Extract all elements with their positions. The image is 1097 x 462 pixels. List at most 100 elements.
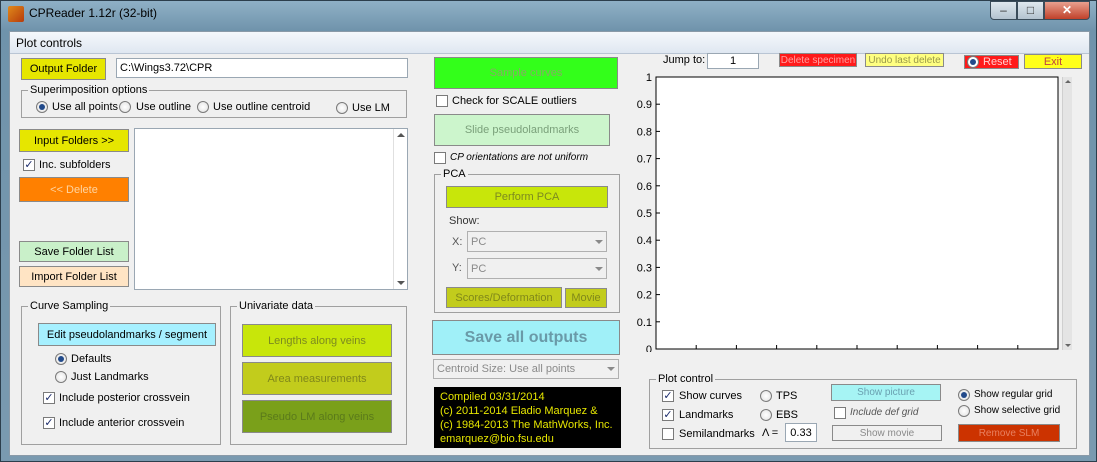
pseudo-lm-button[interactable]: Pseudo LM along veins — [242, 400, 392, 433]
import-folder-list-button[interactable]: Import Folder List — [19, 266, 129, 287]
area-measurements-button[interactable]: Area measurements — [242, 362, 392, 395]
posterior-crossvein-label: Include posterior crossvein — [59, 392, 190, 404]
folder-list-scrollbar[interactable] — [393, 129, 407, 289]
scores-deformation-button[interactable]: Scores/Deformation — [446, 287, 562, 308]
minimize-button[interactable]: – — [990, 1, 1017, 20]
radio-defaults[interactable] — [55, 353, 67, 365]
pca-x-value: PC — [471, 235, 487, 248]
semilandmarks-checkbox[interactable] — [662, 428, 674, 440]
pca-y-select[interactable]: PC — [467, 258, 607, 279]
pca-x-select[interactable]: PC — [467, 231, 607, 252]
x-tick-label: 0 — [653, 351, 659, 352]
scroll-down-icon[interactable] — [397, 281, 405, 285]
slide-pseudolandmarks-button[interactable]: Slide pseudolandmarks — [434, 114, 610, 146]
menu-bar: Plot controls — [10, 32, 1089, 54]
copyright-line: (c) 2011-2014 Eladio Marquez & — [440, 405, 598, 417]
save-all-outputs-button[interactable]: Save all outputs — [432, 320, 620, 355]
y-tick-label: 0.1 — [637, 317, 652, 329]
radio-ebs[interactable] — [760, 409, 772, 421]
radio-use-all-points[interactable] — [36, 101, 48, 113]
centroid-size-select[interactable]: Centroid Size: Use all points — [433, 359, 619, 379]
show-curves-label: Show curves — [679, 390, 742, 402]
inc-subfolders-checkbox[interactable]: ✓ — [23, 159, 35, 171]
label-use-outline: Use outline — [136, 101, 192, 113]
semilandmarks-label: Semilandmarks — [679, 428, 755, 440]
show-movie-button[interactable]: Show movie — [832, 425, 942, 441]
matlab-icon — [8, 6, 24, 22]
y-tick-label: 0.4 — [637, 235, 652, 247]
x-tick-label: 0.5 — [849, 351, 864, 352]
movie-button[interactable]: Movie — [565, 288, 607, 308]
show-curves-checkbox[interactable]: ✓ — [662, 390, 674, 402]
x-tick-label: 1 — [1055, 351, 1061, 352]
check-scale-checkbox[interactable] — [436, 95, 448, 107]
y-tick-label: 0 — [646, 344, 652, 352]
ebs-label: EBS — [776, 409, 799, 421]
close-button[interactable]: ✕ — [1044, 1, 1090, 20]
delete-folder-button[interactable]: << Delete — [19, 177, 129, 202]
check-scale-label: Check for SCALE outliers — [452, 95, 577, 107]
reset-toggle[interactable]: Reset — [964, 55, 1019, 69]
label-use-outline-centroid: Use outline centroid — [213, 101, 311, 113]
reset-label: Reset — [983, 56, 1012, 68]
radio-regular-grid[interactable] — [958, 389, 970, 401]
sample-curves-button[interactable]: Sample curves — [434, 57, 618, 89]
include-def-grid-label: Include def grid — [850, 407, 919, 418]
folder-list[interactable] — [134, 128, 408, 290]
edit-pseudolandmarks-button[interactable]: Edit pseudolandmarks / segment — [38, 323, 216, 346]
chevron-down-icon — [595, 266, 603, 271]
radio-just-landmarks[interactable] — [55, 371, 67, 383]
remove-slm-button[interactable]: Remove SLM — [958, 424, 1060, 442]
jump-to-input[interactable]: 1 — [707, 53, 759, 69]
inc-subfolders-label: Inc. subfolders — [39, 159, 111, 171]
scroll-up-icon[interactable] — [397, 133, 405, 137]
delete-specimen-button[interactable]: Delete specimen — [779, 53, 857, 67]
anterior-crossvein-checkbox[interactable]: ✓ — [43, 417, 55, 429]
x-tick-label: 0.8 — [970, 351, 985, 352]
y-tick-label: 0.9 — [637, 99, 652, 111]
plot-area: 0 0.1 0.2 0.3 0.4 0.5 0.6 0.7 0.8 0.9 1 0 0.1 0.2 0.3 0… — [632, 72, 1074, 363]
label-use-all-points: Use all points — [52, 101, 119, 113]
curve-sampling-title: Curve Sampling — [28, 300, 111, 312]
x-tick-label: 0.1 — [689, 351, 704, 352]
axes-chart: 0 0.1 0.2 0.3 0.4 0.5 0.6 0.7 0.8 0.9 1 0 0.1 0.2 0.3 0… — [637, 72, 1061, 363]
lambda-input[interactable]: 0.33 — [785, 423, 817, 442]
output-folder-button[interactable]: Output Folder — [21, 58, 106, 80]
radio-use-outline-centroid[interactable] — [197, 101, 209, 113]
x-tick-label: 0.2 — [729, 351, 744, 352]
undo-last-delete-button[interactable]: Undo last delete — [865, 53, 944, 67]
scroll-down-icon[interactable] — [1065, 344, 1071, 347]
radio-use-lm[interactable] — [336, 102, 348, 114]
regular-grid-label: Show regular grid — [974, 389, 1053, 400]
plot-scrollbar[interactable] — [1062, 77, 1072, 350]
input-folders-button[interactable]: Input Folders >> — [19, 129, 129, 152]
lambda-label: Λ = — [762, 427, 779, 439]
univariate-title: Univariate data — [237, 300, 315, 312]
radio-selective-grid[interactable] — [958, 405, 970, 417]
menu-plot-controls[interactable]: Plot controls — [16, 36, 82, 50]
cp-orientations-label: CP orientations are not uniform — [450, 152, 589, 163]
show-picture-button[interactable]: Show picture — [831, 384, 941, 401]
save-folder-list-button[interactable]: Save Folder List — [19, 241, 129, 262]
landmarks-checkbox[interactable]: ✓ — [662, 409, 674, 421]
exit-button[interactable]: Exit — [1024, 54, 1082, 69]
scroll-up-icon[interactable] — [1065, 80, 1071, 83]
anterior-crossvein-label: Include anterior crossvein — [59, 417, 185, 429]
chevron-down-icon — [607, 367, 615, 371]
output-path-field[interactable]: C:\Wings3.72\CPR — [116, 58, 408, 78]
landmarks-label: Landmarks — [679, 409, 734, 421]
radio-use-outline[interactable] — [119, 101, 131, 113]
label-just-landmarks: Just Landmarks — [71, 371, 149, 383]
cp-orientations-checkbox[interactable] — [434, 152, 446, 164]
y-tick-label: 0.6 — [637, 181, 652, 193]
lengths-along-veins-button[interactable]: Lengths along veins — [242, 324, 392, 357]
maximize-button[interactable]: □ — [1017, 1, 1044, 20]
perform-pca-button[interactable]: Perform PCA — [446, 186, 608, 208]
superimposition-title: Superimposition options — [28, 84, 150, 96]
pca-title: PCA — [441, 168, 468, 180]
include-def-grid-checkbox[interactable] — [834, 407, 846, 419]
posterior-crossvein-checkbox[interactable]: ✓ — [43, 392, 55, 404]
reset-radio-icon — [967, 56, 979, 68]
x-tick-label: 0.9 — [1010, 351, 1025, 352]
radio-tps[interactable] — [760, 390, 772, 402]
